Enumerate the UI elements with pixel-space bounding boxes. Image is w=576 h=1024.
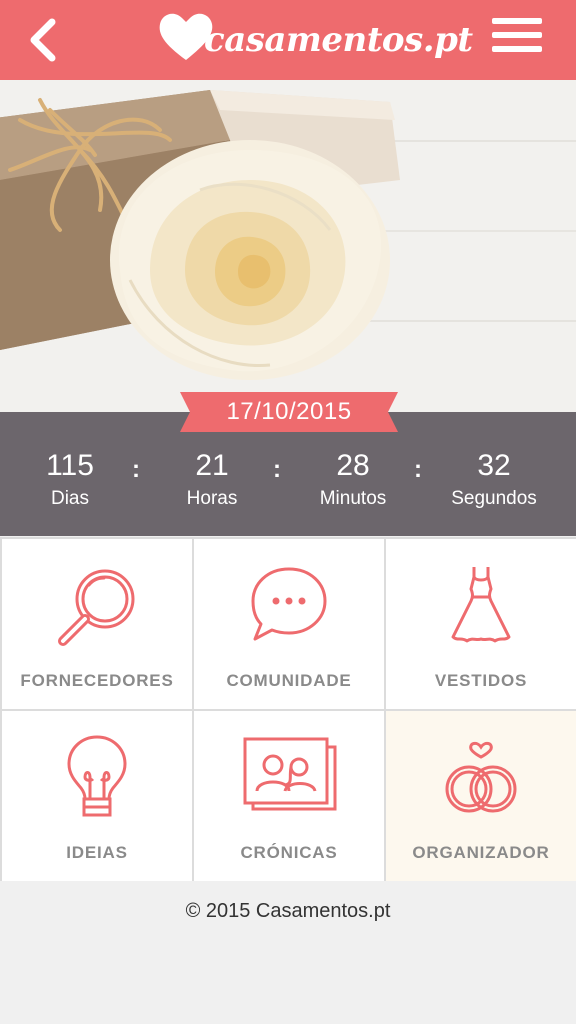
- back-button[interactable]: [22, 14, 66, 66]
- countdown-value: 21: [195, 449, 229, 482]
- hamburger-menu-button[interactable]: [492, 18, 542, 60]
- rose-gift-illustration: [0, 80, 576, 412]
- tile-organizador[interactable]: ORGANIZADOR: [386, 711, 576, 881]
- menu-line-icon: [492, 46, 542, 52]
- menu-line-icon: [492, 18, 542, 24]
- tile-vestidos[interactable]: VESTIDOS: [386, 539, 576, 709]
- chat-bubble-icon: [251, 567, 327, 641]
- countdown-label: Segundos: [451, 488, 537, 509]
- countdown-separator: :: [132, 456, 140, 483]
- countdown-label: Minutos: [319, 488, 387, 509]
- rings-icon: [445, 741, 517, 813]
- tile-cronicas[interactable]: CRÓNICAS: [194, 711, 384, 881]
- tile-comunidade[interactable]: COMUNIDADE: [194, 539, 384, 709]
- tile-label: VESTIDOS: [434, 671, 528, 690]
- countdown-separator: :: [414, 456, 422, 483]
- tile-label: FORNECEDORES: [20, 671, 174, 690]
- logo-text: casamentos.pt: [204, 20, 473, 60]
- magnifier-icon: [58, 569, 135, 646]
- tile-label: COMUNIDADE: [226, 671, 352, 690]
- top-bar: casamentos.pt: [0, 0, 576, 80]
- countdown-label: Horas: [186, 488, 238, 509]
- menu-line-icon: [492, 32, 542, 38]
- countdown-hours: 21 Horas: [142, 448, 282, 510]
- countdown-days: 115 Dias: [0, 448, 140, 510]
- wedding-date-ribbon: 17/10/2015: [180, 392, 398, 432]
- countdown-value: 28: [336, 449, 370, 482]
- countdown-value: 115: [46, 449, 94, 482]
- wedding-date: 17/10/2015: [226, 398, 352, 425]
- countdown-seconds: 32 Segundos: [424, 448, 564, 510]
- tile-label: IDEIAS: [66, 843, 128, 862]
- section-grid: FORNECEDORES COMUNIDADE VESTIDOS IDEIAS: [0, 537, 576, 881]
- chevron-left-icon: [30, 18, 56, 62]
- copyright-text: © 2015 Casamentos.pt: [185, 900, 391, 922]
- app-logo[interactable]: casamentos.pt: [156, 8, 473, 72]
- hero-image: [0, 80, 576, 412]
- lightbulb-icon: [67, 735, 127, 817]
- tile-label: CRÓNICAS: [240, 843, 338, 862]
- countdown-separator: :: [273, 456, 281, 483]
- photo-album-icon: [243, 737, 337, 811]
- tile-label: ORGANIZADOR: [412, 843, 550, 862]
- tile-fornecedores[interactable]: FORNECEDORES: [2, 539, 192, 709]
- countdown-value: 32: [477, 449, 511, 482]
- countdown-minutes: 28 Minutos: [283, 448, 423, 510]
- countdown-label: Dias: [50, 488, 89, 509]
- tile-ideias[interactable]: IDEIAS: [2, 711, 192, 881]
- dress-icon: [451, 567, 511, 643]
